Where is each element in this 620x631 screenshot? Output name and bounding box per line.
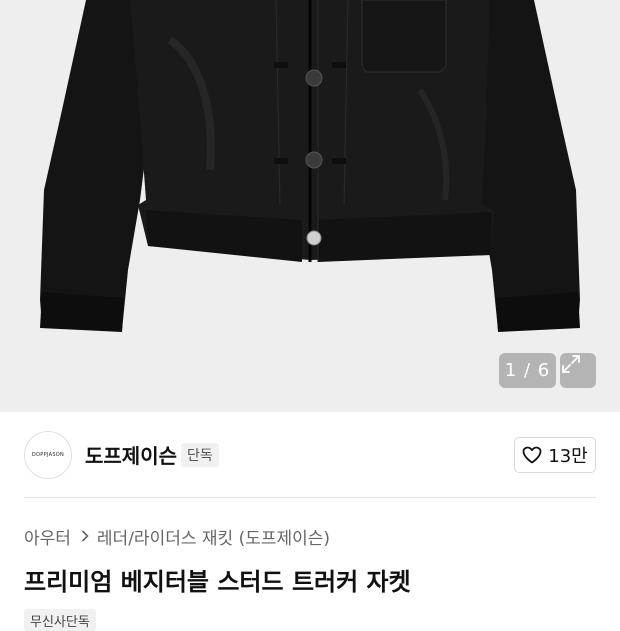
expand-button[interactable] xyxy=(560,353,596,388)
breadcrumb-subcategory[interactable]: 레더/라이더스 재킷 (도프제이슨) xyxy=(97,524,330,549)
expand-icon xyxy=(562,355,580,373)
like-count: 13만 xyxy=(548,446,588,467)
brand-logo-text: DOPPJASON xyxy=(31,452,65,458)
product-image-gallery[interactable]: 1 / 6 xyxy=(0,0,620,412)
exclusive-badge: 단독 xyxy=(181,443,219,467)
breadcrumb: 아우터 레더/라이더스 재킷 (도프제이슨) xyxy=(24,524,330,549)
musinsa-exclusive-badge: 무신사단독 xyxy=(24,609,96,631)
product-title: 프리미엄 베지터블 스터드 트러커 자켓 xyxy=(24,568,411,596)
brand-name[interactable]: 도프제이슨 xyxy=(85,440,177,469)
divider xyxy=(24,497,596,498)
brand-logo[interactable]: DOPPJASON xyxy=(24,431,72,479)
breadcrumb-category[interactable]: 아우터 xyxy=(24,524,71,549)
heart-icon xyxy=(522,446,542,464)
like-button[interactable]: 13만 xyxy=(514,437,596,473)
image-counter: 1 / 6 xyxy=(499,353,556,388)
jacket-image xyxy=(40,0,580,332)
chevron-right-icon xyxy=(81,527,89,547)
